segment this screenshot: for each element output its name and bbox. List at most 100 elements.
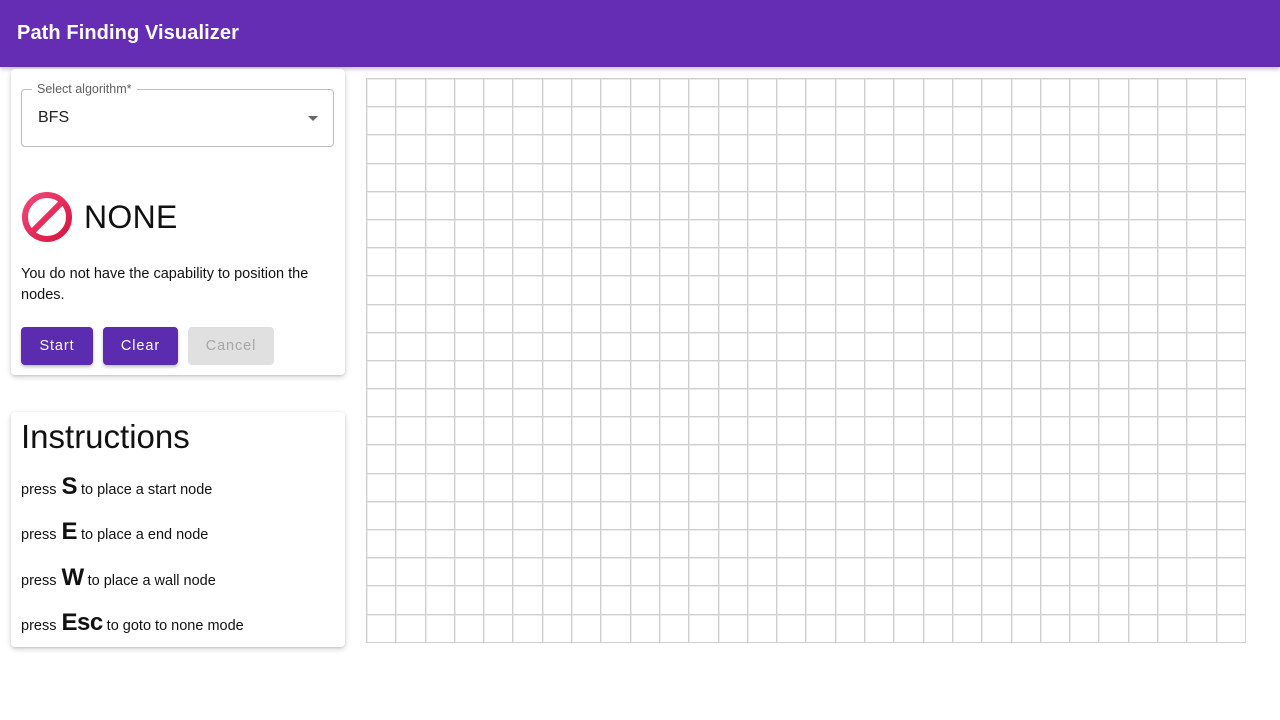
grid-cell[interactable] — [893, 247, 923, 276]
grid-cell[interactable] — [1157, 78, 1187, 107]
grid-cell[interactable] — [1010, 190, 1040, 219]
grid-cell[interactable] — [951, 106, 982, 135]
grid-cell[interactable] — [834, 106, 865, 135]
grid-cell[interactable] — [512, 557, 542, 586]
grid-cell[interactable] — [893, 190, 923, 219]
grid-cell[interactable] — [600, 218, 630, 248]
grid-cell[interactable] — [746, 557, 777, 586]
grid-cell[interactable] — [1157, 247, 1187, 276]
grid-cell[interactable] — [746, 500, 777, 529]
grid-cell[interactable] — [453, 162, 484, 191]
grid-cell[interactable] — [600, 106, 630, 135]
grid-cell[interactable] — [1010, 134, 1040, 163]
grid-cell[interactable] — [922, 500, 952, 529]
grid-cell[interactable] — [571, 218, 601, 248]
grid-cell[interactable] — [453, 500, 484, 529]
grid-cell[interactable] — [453, 388, 484, 417]
grid-cell[interactable] — [1157, 472, 1187, 501]
grid-cell[interactable] — [366, 557, 396, 586]
grid-cell[interactable] — [424, 585, 454, 614]
grid-cell[interactable] — [834, 500, 865, 529]
grid-cell[interactable] — [512, 585, 542, 614]
grid-cell[interactable] — [1039, 444, 1070, 473]
grid-cell[interactable] — [776, 162, 806, 191]
start-button[interactable]: Start — [21, 327, 93, 365]
grid-cell[interactable] — [688, 557, 718, 586]
grid-cell[interactable] — [658, 162, 689, 191]
grid-cell[interactable] — [776, 388, 806, 417]
grid-cell[interactable] — [951, 416, 982, 445]
grid-cell[interactable] — [1157, 275, 1187, 304]
grid-cell[interactable] — [922, 247, 952, 276]
grid-cell[interactable] — [658, 416, 689, 445]
grid-cell[interactable] — [805, 416, 835, 445]
grid-cell[interactable] — [1157, 134, 1187, 163]
grid-cell[interactable] — [1039, 190, 1070, 219]
grid-cell[interactable] — [658, 106, 689, 135]
algorithm-select[interactable]: Select algorithm* BFS — [21, 82, 334, 147]
grid-cell[interactable] — [541, 162, 572, 191]
grid-cell[interactable] — [746, 247, 777, 276]
grid-cell[interactable] — [1186, 162, 1216, 191]
grid-cell[interactable] — [717, 106, 747, 135]
grid-cell[interactable] — [834, 218, 865, 248]
grid-cell[interactable] — [981, 190, 1011, 219]
grid-cell[interactable] — [893, 500, 923, 529]
grid-cell[interactable] — [541, 500, 572, 529]
grid-cell[interactable] — [834, 416, 865, 445]
grid-cell[interactable] — [483, 106, 513, 135]
grid-cell[interactable] — [1010, 416, 1040, 445]
grid-cell[interactable] — [805, 303, 835, 332]
grid-cell[interactable] — [453, 557, 484, 586]
grid-cell[interactable] — [483, 613, 513, 642]
grid-cell[interactable] — [1127, 162, 1158, 191]
grid-cell[interactable] — [717, 500, 747, 529]
grid-cell[interactable] — [366, 444, 396, 473]
grid-cell[interactable] — [981, 557, 1011, 586]
grid-cell[interactable] — [571, 388, 601, 417]
grid-cell[interactable] — [1215, 585, 1245, 614]
grid-cell[interactable] — [834, 162, 865, 191]
grid-cell[interactable] — [1098, 557, 1128, 586]
grid-cell[interactable] — [834, 134, 865, 163]
grid-cell[interactable] — [541, 106, 572, 135]
grid-cell[interactable] — [922, 388, 952, 417]
grid-cell[interactable] — [600, 134, 630, 163]
grid-cell[interactable] — [776, 444, 806, 473]
grid-cell[interactable] — [424, 303, 454, 332]
grid-cell[interactable] — [805, 162, 835, 191]
grid-cell[interactable] — [366, 247, 396, 276]
grid-cell[interactable] — [1010, 557, 1040, 586]
grid-cell[interactable] — [1098, 190, 1128, 219]
grid-cell[interactable] — [776, 529, 806, 558]
grid-cell[interactable] — [600, 444, 630, 473]
grid-cell[interactable] — [1157, 106, 1187, 135]
grid-cell[interactable] — [1215, 388, 1245, 417]
grid-cell[interactable] — [1127, 416, 1158, 445]
grid-cell[interactable] — [1127, 190, 1158, 219]
grid-cell[interactable] — [834, 247, 865, 276]
grid-cell[interactable] — [424, 388, 454, 417]
grid-cell[interactable] — [1039, 106, 1070, 135]
grid-cell[interactable] — [805, 331, 835, 360]
grid-cell[interactable] — [1010, 303, 1040, 332]
grid-cell[interactable] — [541, 444, 572, 473]
grid-cell[interactable] — [951, 585, 982, 614]
grid-cell[interactable] — [893, 472, 923, 501]
grid-cell[interactable] — [1039, 500, 1070, 529]
grid-cell[interactable] — [717, 190, 747, 219]
grid-cell[interactable] — [1186, 557, 1216, 586]
grid-cell[interactable] — [1010, 275, 1040, 304]
grid-cell[interactable] — [1127, 613, 1158, 642]
grid-cell[interactable] — [424, 500, 454, 529]
grid-cell[interactable] — [1215, 613, 1245, 642]
grid-cell[interactable] — [1186, 106, 1216, 135]
grid-cell[interactable] — [834, 303, 865, 332]
grid-cell[interactable] — [951, 359, 982, 389]
grid-cell[interactable] — [1098, 162, 1128, 191]
grid-cell[interactable] — [571, 331, 601, 360]
grid-cell[interactable] — [864, 247, 894, 276]
grid-cell[interactable] — [600, 472, 630, 501]
grid-cell[interactable] — [512, 331, 542, 360]
grid-cell[interactable] — [424, 106, 454, 135]
